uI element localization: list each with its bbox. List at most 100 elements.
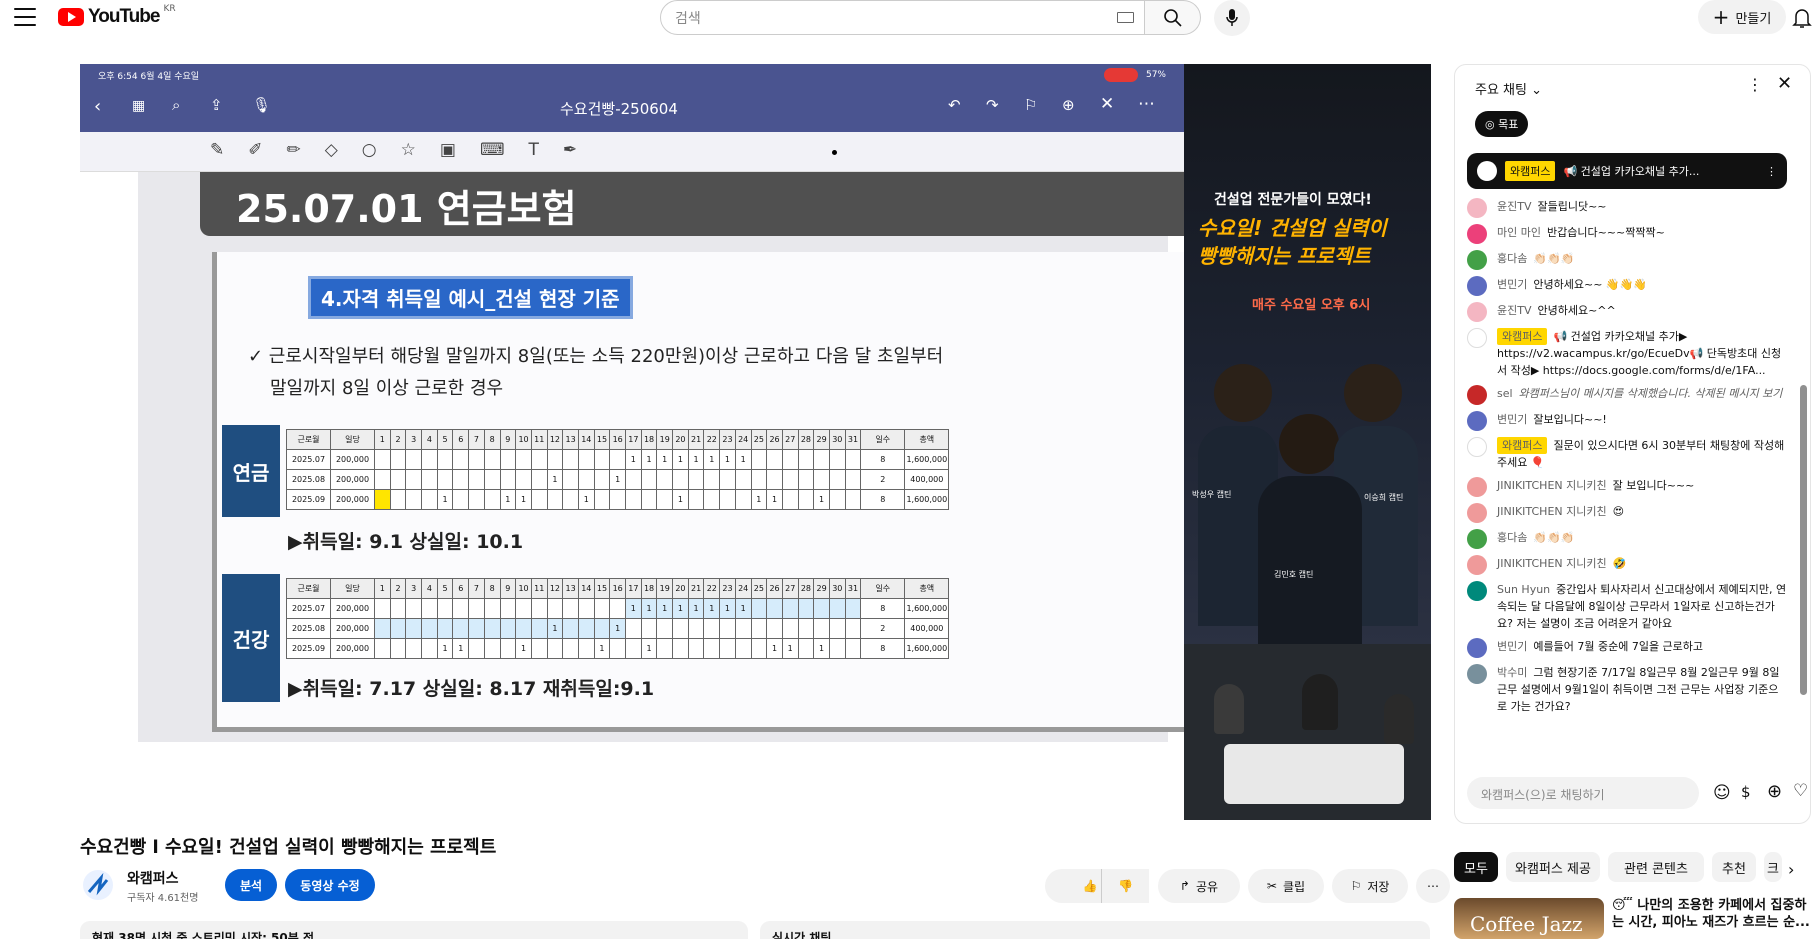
youtube-logo[interactable]: YouTube KR [58,4,176,28]
filter-chip[interactable]: 와캠퍼스 제공 [1506,852,1600,882]
chat-message[interactable]: 홍다솜 👏🏻👏🏻👏🏻 [1467,526,1787,552]
filter-chip[interactable]: 크 [1764,852,1782,882]
chat-message[interactable]: 박수미 그럼 현장기준 7/17일 8일근무 8월 2일근무 9월 8일근무 설명… [1467,661,1787,718]
add-icon[interactable]: ⊕ [1767,781,1782,802]
chat-author[interactable]: 와캠퍼스 [1497,437,1548,454]
heart-icon[interactable]: ♡ [1793,781,1808,801]
chat-author[interactable]: JINIKITCHEN 지니키친 [1497,557,1607,570]
share-icon[interactable]: ⇪ [210,96,223,114]
chat-author[interactable]: 마인 마인 [1497,226,1541,239]
chat-avatar[interactable] [1467,529,1487,549]
chat-avatar[interactable] [1467,224,1487,244]
chat-avatar[interactable] [1467,437,1487,457]
clip-button[interactable]: ✂ 클립 [1248,869,1324,903]
grid-icon[interactable]: ▦ [132,98,145,114]
dislike-button[interactable]: 👎 [1101,869,1149,903]
chat-message[interactable]: Sun Hyun 중간입사 퇴사자리서 신고대상에서 제예되지만, 연속되는 달 … [1467,578,1787,635]
pen-tools-icon[interactable]: ✎✐✏◇○☆▣⌨T✒ [210,140,601,160]
chat-message[interactable]: 홍다솜 👏🏻👏🏻👏🏻 [1467,247,1787,273]
back-icon[interactable]: ‹ [94,96,101,117]
chat-more-icon[interactable]: ⋮ [1747,75,1763,94]
edit-video-button[interactable]: 동영상 수정 [285,869,375,901]
chat-avatar[interactable] [1467,503,1487,523]
chat-message[interactable]: 마인 마인 반갑습니다~~~짝짝짝~ [1467,221,1787,247]
redo-icon[interactable]: ↷ [986,96,999,114]
doc-title[interactable]: 수요건빵-250604 [560,98,678,119]
chat-author[interactable]: 변민기 [1497,640,1527,653]
microphone-icon[interactable]: 🎙 [252,96,271,114]
search-icon[interactable]: ⌕ [172,96,180,114]
chat-avatar[interactable] [1467,581,1487,601]
chat-author[interactable]: 윤진TV [1497,304,1531,317]
chat-author[interactable]: 홍다솜 [1497,531,1527,544]
create-button[interactable]: + 만들기 [1698,0,1786,34]
menu-icon[interactable] [14,8,36,26]
filter-chip[interactable]: 추천 [1712,852,1756,882]
recommended-thumbnail[interactable]: Coffee Jazz [1454,898,1604,939]
search-button[interactable] [1145,0,1201,35]
pinned-message[interactable]: 와캠퍼스 📢 건설업 카카오채널 추가... ⋮ [1467,153,1787,189]
chat-message[interactable]: 변민기 잘보입니다~~! [1467,408,1787,434]
chat-avatar[interactable] [1467,638,1487,658]
chat-author[interactable]: sel [1497,387,1513,400]
chat-author[interactable]: 변민기 [1497,278,1527,291]
close-icon[interactable]: ✕ [1777,73,1792,94]
more-actions-button[interactable]: ⋯ [1416,869,1450,903]
pen-dot-icon[interactable] [832,150,837,155]
close-icon[interactable]: ✕ [1100,94,1114,114]
description-box[interactable]: 현재 38명 시청 중 스트리밍 시작: 50분 전 [80,921,748,939]
channel-name[interactable]: 와캠퍼스 [127,868,179,888]
chat-message[interactable]: JINIKITCHEN 지니키친 🤣 [1467,552,1787,578]
chat-avatar[interactable] [1467,302,1487,322]
chat-message[interactable]: 와캠퍼스 질문이 있으시다면 6시 30분부터 채팅창에 작성해주세요 🎈 [1467,434,1787,474]
chat-author[interactable]: 변민기 [1497,413,1527,426]
chat-scrollbar[interactable] [1800,385,1807,695]
bookmark-icon[interactable]: ⚐ [1024,96,1037,114]
super-chat-icon[interactable]: $ [1741,783,1751,801]
search-input[interactable]: 검색 [660,0,1145,35]
chat-avatar[interactable] [1467,477,1487,497]
emoji-icon[interactable]: ☺ [1713,783,1731,803]
chat-author[interactable]: JINIKITCHEN 지니키친 [1497,505,1607,518]
channel-avatar[interactable] [83,870,113,900]
chat-avatar[interactable] [1467,276,1487,296]
live-chat-replay-box[interactable]: 실시간 채팅 [760,921,1430,939]
chat-avatar[interactable] [1467,250,1487,270]
voice-search-button[interactable] [1214,0,1250,36]
chat-avatar[interactable] [1467,664,1487,684]
chat-avatar[interactable] [1467,385,1487,405]
chat-message[interactable]: sel 와캠퍼스님이 메시지를 삭제했습니다. 삭제된 메시지 보기 [1467,382,1787,408]
pinned-more-icon[interactable]: ⋮ [1766,165,1777,178]
filter-chip[interactable]: 관련 콘텐츠 [1608,852,1704,882]
chat-avatar[interactable] [1467,198,1487,218]
chat-message[interactable]: 윤진TV 안녕하세요~^^ [1467,299,1787,325]
recommended-title[interactable]: 😴 나만의 조용한 카페에서 집중하는 시간, 피아노 재즈가 흐르는 순... [1612,897,1812,931]
chat-author[interactable]: JINIKITCHEN 지니키친 [1497,479,1607,492]
undo-icon[interactable]: ↶ [948,96,961,114]
goal-button[interactable]: ◎ 목표 [1475,111,1529,137]
video-player[interactable]: 오후 6:54 6월 4일 수요일 57% ‹ ▦ ⌕ ⇪ 🎙 수요건빵-250… [80,64,1431,820]
chat-mode-selector[interactable]: 주요 채팅 ⌄ [1475,79,1542,98]
notifications-button[interactable] [1792,7,1812,33]
chat-author[interactable]: 홍다솜 [1497,252,1527,265]
analytics-button[interactable]: 분석 [225,869,277,901]
add-page-icon[interactable]: ⊕ [1062,96,1075,114]
chat-message[interactable]: 윤진TV 잘들립니닷~~ [1467,195,1787,221]
chat-message[interactable]: JINIKITCHEN 지니키친 잘 보입니다~~~ [1467,474,1787,500]
chat-author[interactable]: 와캠퍼스 [1497,328,1548,345]
chat-author[interactable]: 박수미 [1497,666,1527,679]
chevron-right-icon[interactable]: › [1788,860,1794,879]
keyboard-icon[interactable] [1117,12,1134,23]
chat-input[interactable]: 와캠퍼스(으)로 채팅하기 [1467,777,1699,809]
save-button[interactable]: ⚐ 저장 [1332,869,1408,903]
chat-author[interactable]: 윤진TV [1497,200,1531,213]
chat-message[interactable]: JINIKITCHEN 지니키친 😍 [1467,500,1787,526]
chat-author[interactable]: Sun Hyun [1497,583,1550,596]
share-button[interactable]: ↱ 공유 [1158,869,1240,903]
chat-avatar[interactable] [1467,555,1487,575]
chat-avatar[interactable] [1467,411,1487,431]
chat-message[interactable]: 와캠퍼스 📢 건설업 카카오채널 추가▶ https://v2.wacampus.… [1467,325,1787,382]
chat-message[interactable]: 변민기 안녕하세요~~ 👋👋👋 [1467,273,1787,299]
chat-avatar[interactable] [1467,328,1487,348]
filter-chip[interactable]: 모두 [1454,852,1498,882]
